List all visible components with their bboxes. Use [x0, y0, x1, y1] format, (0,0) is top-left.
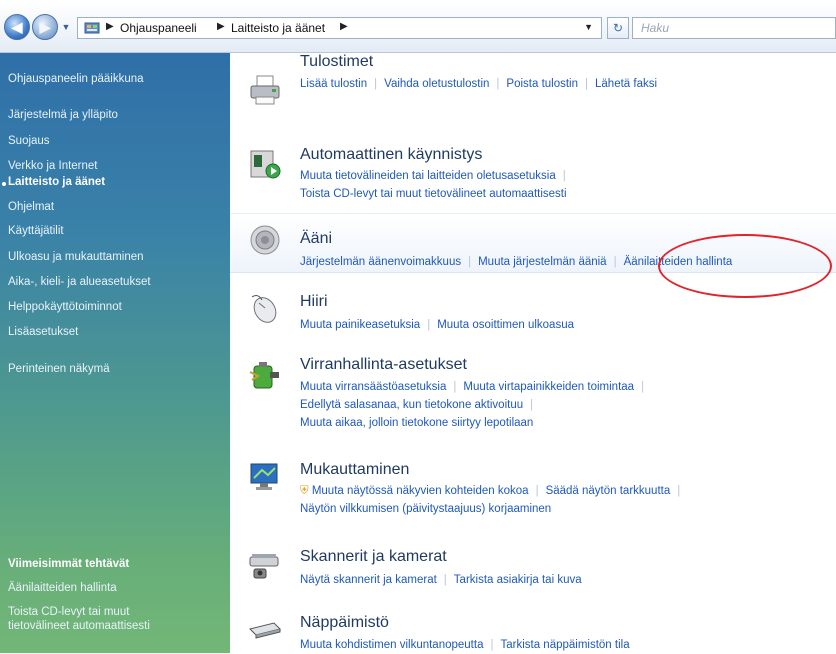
printer-icon — [250, 75, 280, 105]
breadcrumb-separator[interactable]: ▶ — [340, 21, 348, 32]
recent-pages-dropdown[interactable]: ▼ — [60, 20, 72, 34]
sidebar-item-programs[interactable]: Ohjelmat — [8, 201, 54, 213]
link-fix-screen-flicker[interactable]: Näytön vilkkumisen (päivitystaajuus) kor… — [300, 503, 551, 515]
sidebar-item-clock-language-region[interactable]: Aika-, kieli- ja alueasetukset — [8, 276, 151, 288]
search-input[interactable]: Haku — [632, 17, 836, 39]
sidebar-item-control-panel-home[interactable]: Ohjauspaneelin pääikkuna — [8, 73, 144, 85]
link-change-pointer-appearance[interactable]: Muuta osoittimen ulkoasua — [437, 319, 574, 331]
control-panel-icon — [84, 22, 100, 34]
sidebar-item-ease-of-access[interactable]: Helppokäyttötoiminnot — [8, 301, 122, 313]
category-links-printers: Lisää tulostin | Vaihda oletustulostin | Poi… — [300, 78, 658, 90]
link-add-printer[interactable]: Lisää tulostin — [300, 78, 367, 90]
category-title-keyboard[interactable]: Näppäimistö — [300, 614, 389, 632]
active-item-bullet — [2, 182, 6, 186]
refresh-icon: ↻ — [612, 21, 624, 35]
link-require-password-on-wake[interactable]: Edellytä salasanaa, kun tietokone aktivo… — [300, 399, 523, 411]
mouse-icon — [251, 295, 277, 323]
shield-icon: ⛨ — [300, 485, 309, 497]
link-change-item-size[interactable]: Muuta näytössä näkyvien kohteiden kokoa — [312, 485, 529, 497]
recent-task-autoplay-line2[interactable]: tietovälineet automaattisesti — [8, 620, 150, 632]
breadcrumb-hardware-and-sound[interactable]: Laitteisto ja äänet — [231, 21, 325, 35]
link-check-keyboard-status[interactable]: Tarkista näppäimistön tila — [500, 639, 629, 651]
breadcrumb-control-panel[interactable]: Ohjauspaneeli — [120, 21, 197, 35]
personalization-icon — [250, 463, 278, 490]
link-change-default-printer[interactable]: Vaihda oletustulostin — [384, 78, 489, 90]
link-system-volume[interactable]: Järjestelmän äänenvoimakkuus — [300, 256, 461, 268]
sidebar-item-security[interactable]: Suojaus — [8, 135, 50, 147]
link-change-button-settings[interactable]: Muuta painikeasetuksia — [300, 319, 420, 331]
recent-tasks-heading: Viimeisimmät tehtävät — [8, 558, 130, 570]
address-dropdown-icon[interactable]: ▼ — [584, 22, 593, 32]
category-links-mouse: Muuta painikeasetuksia | Muuta osoittimen … — [300, 319, 574, 331]
forward-button[interactable]: ▶ — [32, 14, 58, 40]
back-button[interactable]: ◀ — [4, 14, 30, 40]
category-links-keyboard: Muuta kohdistimen vilkuntanopeutta | Tarki… — [300, 639, 630, 651]
search-placeholder: Haku — [641, 21, 670, 35]
link-change-cursor-blink-rate[interactable]: Muuta kohdistimen vilkuntanopeutta — [300, 639, 483, 651]
speaker-icon — [250, 225, 280, 255]
breadcrumb-separator[interactable]: ▶ — [217, 21, 225, 32]
category-links-autoplay: Muuta tietovälineiden tai laitteiden ole… — [300, 170, 567, 200]
link-send-fax[interactable]: Lähetä faksi — [595, 78, 657, 90]
link-change-sleep-time[interactable]: Muuta aikaa, jolloin tietokone siirtyy l… — [300, 417, 533, 429]
autoplay-icon — [250, 150, 281, 179]
recent-task-autoplay-line1[interactable]: Toista CD-levyt tai muut — [8, 606, 129, 618]
arrow-left-icon: ◀ — [11, 19, 23, 35]
category-links-personalization: ⛨ Muuta näytössä näkyvien kohteiden koko… — [300, 485, 681, 515]
address-toolbar: ◀ ▶ ▼ ▶ Ohjauspaneeli ▶ Laitteisto ja ää… — [0, 0, 836, 53]
link-remove-printer[interactable]: Poista tulostin — [506, 78, 578, 90]
breadcrumb-separator[interactable]: ▶ — [106, 21, 114, 32]
arrow-right-icon: ▶ — [39, 19, 51, 35]
main-content: Tulostimet Lisää tulostin | Vaihda oletust… — [230, 53, 836, 653]
sidebar-item-appearance[interactable]: Ulkoasu ja mukauttaminen — [8, 251, 144, 263]
category-title-personalization[interactable]: Mukauttaminen — [300, 461, 409, 479]
link-adjust-resolution[interactable]: Säädä näytön tarkkuutta — [546, 485, 671, 497]
chevron-down-icon: ▼ — [61, 22, 71, 32]
sidebar-item-user-accounts[interactable]: Käyttäjätilit — [8, 225, 64, 237]
category-title-mouse[interactable]: Hiiri — [300, 293, 328, 311]
link-change-power-saving[interactable]: Muuta virransäästöasetuksia — [300, 381, 446, 393]
power-options-icon — [249, 362, 279, 389]
recent-task-audio-devices[interactable]: Äänilaitteiden hallinta — [8, 582, 117, 594]
category-title-printers[interactable]: Tulostimet — [300, 53, 373, 71]
sidebar-item-additional-options[interactable]: Lisäasetukset — [8, 326, 78, 338]
sidebar-item-hardware-and-sound[interactable]: Laitteisto ja äänet — [8, 176, 105, 188]
refresh-button[interactable]: ↻ — [607, 17, 629, 39]
category-title-autoplay[interactable]: Automaattinen käynnistys — [300, 146, 482, 164]
address-bar[interactable]: ▶ Ohjauspaneeli ▶ Laitteisto ja äänet ▶ … — [77, 17, 602, 39]
link-view-scanners-cameras[interactable]: Näytä skannerit ja kamerat — [300, 574, 437, 586]
link-change-power-buttons[interactable]: Muuta virtapainikkeiden toimintaa — [463, 381, 634, 393]
category-title-sound[interactable]: Ääni — [300, 230, 332, 248]
category-title-power-options[interactable]: Virranhallinta-asetukset — [300, 356, 467, 374]
link-change-media-defaults[interactable]: Muuta tietovälineiden tai laitteiden ole… — [300, 170, 556, 182]
sidebar: Ohjauspaneelin pääikkuna Järjestelmä ja … — [0, 53, 230, 653]
red-highlight-ellipse — [658, 234, 832, 298]
keyboard-icon — [249, 622, 281, 639]
sidebar-item-network-and-internet[interactable]: Verkko ja Internet — [8, 160, 98, 172]
category-title-scanners-cameras[interactable]: Skannerit ja kamerat — [300, 548, 447, 566]
link-play-cds-automatically[interactable]: Toista CD-levyt tai muut tietovälineet a… — [300, 188, 567, 200]
link-scan-document-picture[interactable]: Tarkista asiakirja tai kuva — [454, 574, 582, 586]
category-links-scanners-cameras: Näytä skannerit ja kamerat | Tarkista asia… — [300, 574, 582, 586]
category-links-power-options: Muuta virransäästöasetuksia | Muuta virtap… — [300, 381, 645, 429]
sidebar-item-classic-view[interactable]: Perinteinen näkymä — [8, 363, 110, 375]
scanner-icon — [249, 554, 279, 579]
link-change-system-sounds[interactable]: Muuta järjestelmän ääniä — [478, 256, 607, 268]
sidebar-item-system-and-maintenance[interactable]: Järjestelmä ja ylläpito — [8, 109, 118, 121]
